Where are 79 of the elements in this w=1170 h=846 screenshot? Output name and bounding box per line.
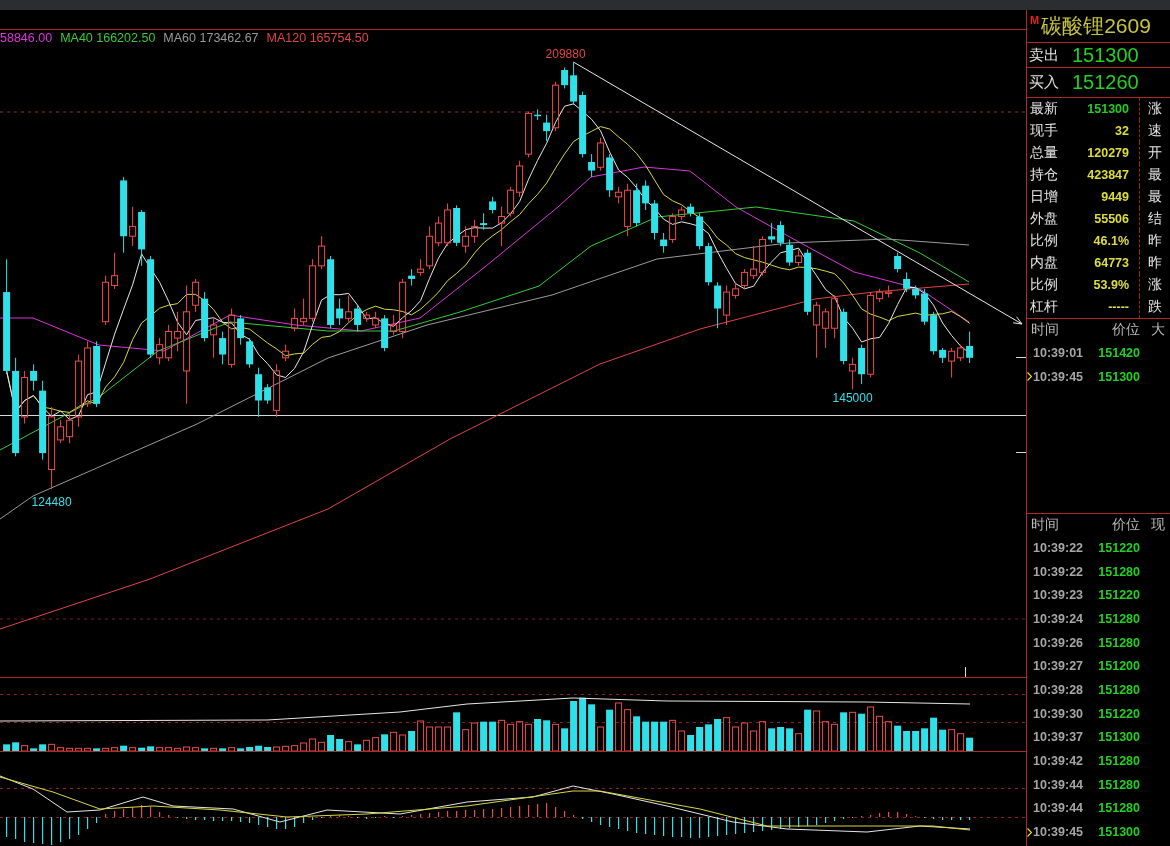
stat-value: 46.1% — [1092, 234, 1130, 248]
tick-time: 10:39:45 — [1033, 825, 1085, 840]
stat-value: 32 — [1114, 124, 1130, 138]
tick-time: 10:39:44 — [1033, 777, 1085, 792]
tick-time: 10:39:24 — [1033, 611, 1085, 626]
tick-time: 10:39:27 — [1033, 659, 1085, 674]
stat-label: 跌 — [1148, 298, 1162, 316]
tick-price: 151420 — [1097, 345, 1140, 360]
tick-price: 151300 — [1097, 730, 1140, 745]
indicator-value: MA40 166202.50 — [60, 30, 156, 45]
tick-price: 151280 — [1097, 635, 1140, 650]
indicator-value: MA60 173462.67 — [163, 30, 259, 45]
column-header: 价位 — [1111, 516, 1140, 534]
tick-time: 10:39:37 — [1033, 730, 1085, 745]
stat-label: 内盘 — [1029, 254, 1059, 272]
price-label: 145000 — [832, 391, 873, 406]
column-header: 时间 — [1030, 321, 1060, 339]
quote-label: 卖出 — [1028, 45, 1060, 65]
stat-label: 开 — [1148, 144, 1162, 162]
tick-price: 151280 — [1097, 611, 1140, 626]
column-header: 时间 — [1030, 516, 1060, 534]
stat-value: 151300 — [1086, 102, 1130, 116]
stat-label: 涨 — [1148, 276, 1162, 294]
stat-value: 120279 — [1086, 146, 1130, 160]
contract-title: 碳酸锂2609 — [1041, 13, 1151, 39]
stat-value: 55506 — [1093, 212, 1130, 226]
tick-time: 10:39:01 — [1033, 345, 1085, 360]
stat-label: 涨 — [1148, 100, 1162, 118]
tick-time: 10:39:30 — [1033, 706, 1085, 721]
column-header: 现 — [1150, 516, 1166, 534]
stat-label: 昨 — [1148, 232, 1162, 250]
tick-time: 10:39:44 — [1033, 801, 1085, 816]
column-header: 大 — [1150, 321, 1166, 339]
stat-value: ----- — [1107, 300, 1130, 314]
tick-price: 151300 — [1097, 825, 1140, 840]
tick-time: 10:39:45 — [1033, 369, 1085, 384]
tick-time: 10:39:42 — [1033, 754, 1085, 769]
stat-label: 最 — [1148, 188, 1162, 206]
stat-value: 9449 — [1100, 190, 1130, 204]
tick-price: 151220 — [1097, 540, 1140, 555]
tick-price: 151220 — [1097, 588, 1140, 603]
stat-value: 53.9% — [1092, 278, 1130, 292]
tick-price: 151200 — [1097, 659, 1140, 674]
stat-label: 杠杆 — [1029, 298, 1059, 316]
quote-label: 买入 — [1028, 73, 1060, 92]
tick-price: 151280 — [1097, 754, 1140, 769]
quote-price: 151260 — [1071, 71, 1140, 94]
price-label: 124480 — [31, 495, 72, 510]
stat-label: 比例 — [1029, 276, 1059, 294]
tag-label: M — [1030, 14, 1040, 26]
tick-price: 151220 — [1097, 706, 1140, 721]
tick-price: 151280 — [1097, 801, 1140, 816]
stat-label: 最新 — [1029, 100, 1059, 118]
tick-price: 151300 — [1097, 369, 1140, 384]
indicator-value: MA120 165754.50 — [266, 30, 369, 45]
tick-time: 10:39:22 — [1033, 540, 1085, 555]
quote-price: 151300 — [1071, 43, 1140, 67]
stat-label: 日增 — [1029, 188, 1059, 206]
stat-value: 64773 — [1093, 256, 1130, 270]
stat-label: 最 — [1148, 166, 1162, 184]
column-header: 价位 — [1111, 321, 1140, 339]
stat-label: 比例 — [1029, 232, 1059, 250]
tick-time: 10:39:26 — [1033, 635, 1085, 650]
tick-time: 10:39:23 — [1033, 588, 1085, 603]
stat-label: 结 — [1148, 210, 1162, 228]
stat-label: 昨 — [1148, 254, 1162, 272]
stat-label: 总量 — [1029, 144, 1059, 162]
tick-time: 10:39:28 — [1033, 682, 1085, 697]
tick-price: 151280 — [1097, 777, 1140, 792]
tick-time: 10:39:22 — [1033, 564, 1085, 579]
stat-label: 外盘 — [1029, 210, 1059, 228]
tick-price: 151280 — [1097, 682, 1140, 697]
price-label: 209880 — [545, 47, 586, 62]
stat-label: 现手 — [1029, 122, 1059, 140]
tick-price: 151280 — [1097, 564, 1140, 579]
stat-value: 423847 — [1086, 168, 1130, 182]
stat-label: 持仓 — [1029, 166, 1059, 184]
stat-label: 速 — [1148, 122, 1162, 140]
indicator-value: 58846.00 — [0, 30, 53, 45]
